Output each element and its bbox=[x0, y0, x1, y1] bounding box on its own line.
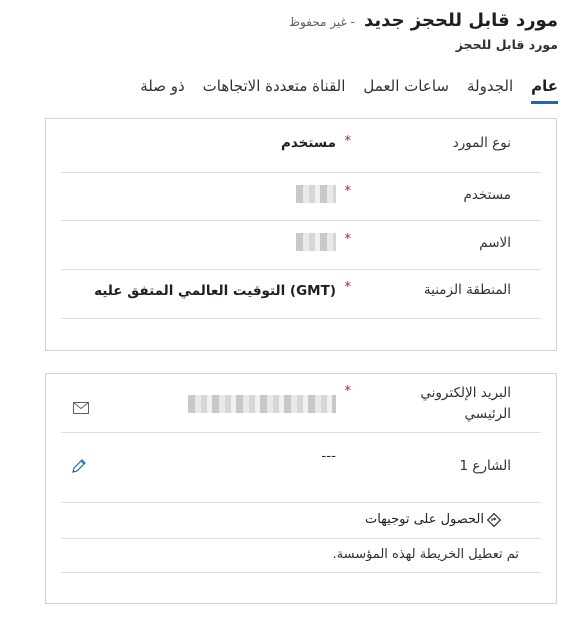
email-label: البريد الإلكتروني الرئيسي bbox=[420, 385, 511, 422]
pencil-icon[interactable] bbox=[71, 458, 87, 478]
get-directions-label: الحصول على توجيهات bbox=[364, 512, 484, 527]
directions-row: الحصول على توجيهات bbox=[61, 502, 541, 539]
resource-type-value[interactable]: مستخدم bbox=[281, 135, 336, 151]
required-indicator: * bbox=[344, 384, 352, 399]
name-row: الاسم * bbox=[61, 220, 541, 270]
required-indicator: * bbox=[344, 134, 352, 149]
directions-icon bbox=[486, 512, 502, 527]
required-indicator: * bbox=[344, 184, 352, 199]
resource-type-row: نوع المورد * مستخدم bbox=[61, 119, 541, 173]
map-disabled-message: تم تعطيل الخريطة لهذه المؤسسة. bbox=[332, 547, 520, 562]
user-row: مستخدم * bbox=[61, 172, 541, 221]
email-row: البريد الإلكتروني الرئيسي * bbox=[61, 374, 541, 433]
tab-scheduling[interactable]: الجدولة bbox=[467, 74, 513, 104]
tab-related[interactable]: ذو صلة bbox=[140, 74, 184, 104]
map-message-row: تم تعطيل الخريطة لهذه المؤسسة. bbox=[61, 538, 541, 573]
street1-row: الشارع 1 --- bbox=[61, 432, 541, 503]
entity-subtitle: مورد قابل للحجز bbox=[455, 37, 558, 52]
page-header: مورد قابل للحجز جديد - غير محفوظ bbox=[289, 10, 558, 31]
general-section: نوع المورد * مستخدم مستخدم * الاسم * الم… bbox=[45, 118, 557, 351]
tab-general[interactable]: عام bbox=[531, 74, 558, 104]
page-title: مورد قابل للحجز جديد bbox=[364, 10, 558, 31]
tab-omnichannel[interactable]: القناة متعددة الاتجاهات bbox=[203, 74, 346, 104]
required-indicator: * bbox=[344, 232, 352, 247]
get-directions-link[interactable]: الحصول على توجيهات bbox=[364, 512, 502, 527]
time-zone-label: المنطقة الزمنية bbox=[423, 282, 511, 298]
time-zone-value[interactable]: (GMT) التوقيت العالمي المتفق عليه bbox=[94, 283, 336, 299]
required-indicator: * bbox=[344, 280, 352, 295]
resource-type-label: نوع المورد bbox=[452, 135, 511, 151]
email-icon[interactable] bbox=[73, 399, 89, 418]
street1-label: الشارع 1 bbox=[459, 458, 511, 474]
tab-list: عام الجدولة ساعات العمل القناة متعددة ال… bbox=[122, 74, 558, 108]
save-status: - غير محفوظ bbox=[288, 15, 355, 29]
time-zone-row: المنطقة الزمنية * (GMT) التوقيت العالمي … bbox=[61, 269, 541, 319]
name-label: الاسم bbox=[479, 235, 511, 251]
email-field[interactable] bbox=[188, 395, 336, 413]
tab-work-hours[interactable]: ساعات العمل bbox=[363, 74, 449, 104]
user-label: مستخدم bbox=[463, 187, 511, 203]
street1-value[interactable]: --- bbox=[321, 448, 336, 464]
user-lookup-value[interactable] bbox=[296, 185, 336, 203]
name-field[interactable] bbox=[296, 233, 336, 251]
contact-section: البريد الإلكتروني الرئيسي * الشارع 1 ---… bbox=[45, 373, 557, 604]
